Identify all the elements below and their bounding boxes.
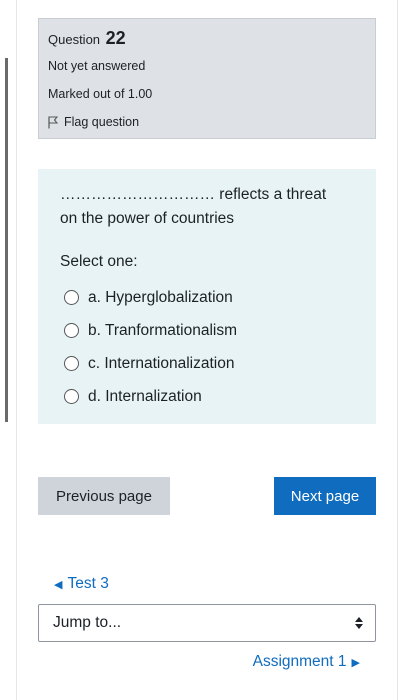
flag-icon — [48, 115, 58, 128]
answer-options: a. Hyperglobalization b. Tranformational… — [64, 281, 237, 413]
question-info: Question 22 Not yet answered Marked out … — [38, 18, 376, 139]
select-updown-icon — [355, 617, 363, 629]
question-grade: Marked out of 1.00 — [48, 87, 153, 101]
question-label: Question — [48, 32, 101, 47]
flag-question-label: Flag question — [64, 115, 140, 129]
jump-to-select[interactable]: Jump to... — [38, 604, 376, 642]
question-text-line-1: ………………………… reflects a threat — [60, 186, 327, 203]
next-activity-link[interactable]: Assignment 1 ▶ — [253, 653, 360, 671]
answer-label: a. Hyperglobalization — [88, 288, 233, 306]
radio-button[interactable] — [64, 389, 79, 404]
answer-label: c. Internationalization — [88, 354, 235, 372]
next-activity-label: Assignment 1 — [252, 653, 347, 670]
question-text-line-2: on the power of countries — [60, 210, 235, 227]
answer-label: d. Internalization — [88, 387, 202, 405]
jump-to-value: Jump to... — [53, 614, 122, 631]
flag-question-link[interactable]: Flag question — [48, 115, 139, 129]
radio-button[interactable] — [64, 290, 79, 305]
previous-page-button[interactable]: Previous page — [38, 477, 170, 515]
question-formulation: ………………………… reflects a threat on the powe… — [38, 169, 376, 424]
answer-option-b[interactable]: b. Tranformationalism — [64, 314, 237, 347]
question-number: 22 — [105, 28, 126, 48]
next-page-button[interactable]: Next page — [274, 477, 376, 515]
radio-button[interactable] — [64, 323, 79, 338]
answer-option-a[interactable]: a. Hyperglobalization — [64, 281, 237, 314]
triangle-right-icon: ▶ — [351, 656, 360, 669]
answer-option-c[interactable]: c. Internationalization — [64, 347, 237, 380]
question-heading: Question 22 — [48, 28, 126, 49]
scroll-indicator — [5, 58, 8, 422]
select-prompt: Select one: — [60, 253, 138, 270]
previous-activity-link[interactable]: ◀ Test 3 — [54, 575, 109, 593]
answer-label: b. Tranformationalism — [88, 321, 238, 339]
triangle-left-icon: ◀ — [54, 578, 63, 591]
question-text: ………………………… reflects a threat on the powe… — [60, 183, 360, 231]
previous-activity-label: Test 3 — [67, 575, 109, 592]
radio-button[interactable] — [64, 356, 79, 371]
question-state: Not yet answered — [48, 59, 146, 73]
answer-option-d[interactable]: d. Internalization — [64, 380, 237, 413]
